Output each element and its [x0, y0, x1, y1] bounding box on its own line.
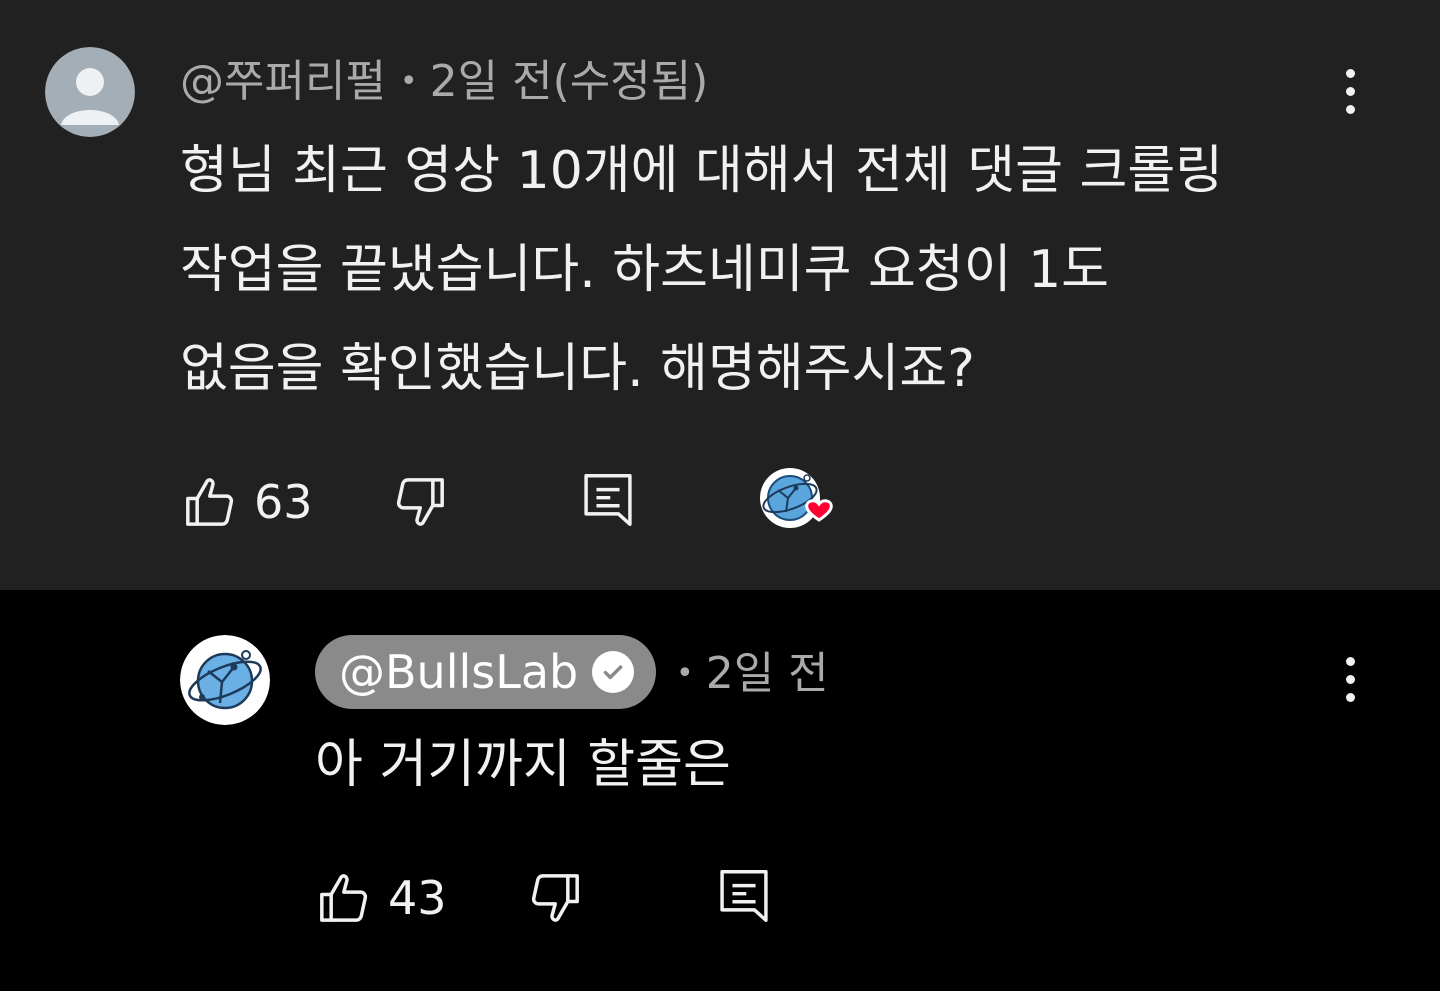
comment-text: 형님 최근 영상 10개에 대해서 전체 댓글 크롤링 작업을 끝냈습니다. 하… [180, 122, 1223, 419]
comment-item: @쭈퍼리펄 • 2일 전(수정됨) 형님 최근 영상 10개에 대해서 전체 댓… [0, 0, 1440, 590]
reply-text: 아 거기까지 할줄은 [315, 735, 731, 795]
reply-timestamp[interactable]: 2일 전 [706, 652, 829, 696]
dislike-button[interactable] [527, 870, 583, 926]
reply-meta: • 2일 전 [664, 652, 829, 696]
reply-comment-icon [584, 474, 632, 526]
thumbs-down-icon [531, 874, 579, 922]
comment-text-line: 형님 최근 영상 10개에 대해서 전체 댓글 크롤링 [180, 141, 1223, 201]
like-count: 63 [254, 475, 313, 529]
like-button[interactable]: 63 [182, 474, 313, 530]
more-vertical-icon [1345, 656, 1355, 666]
commenter-avatar[interactable] [45, 47, 135, 137]
comment-text-line: 작업을 끝냈습니다. 하츠네미쿠 요청이 1도 [180, 240, 1110, 300]
reply-more-button[interactable] [1330, 649, 1370, 709]
creator-heart-icon [760, 468, 833, 528]
reply-item: @BullsLab • 2일 전 아 거기까지 할줄은 43 [0, 590, 1440, 991]
comment-text-line: 없음을 확인했습니다. 해명해주시죠? [180, 339, 975, 399]
default-user-avatar-icon [45, 47, 135, 137]
reply-author-avatar[interactable] [180, 635, 270, 725]
dislike-button[interactable] [392, 474, 448, 530]
reply-comment-icon [720, 870, 768, 922]
comment-more-button[interactable] [1330, 61, 1370, 121]
comment-author[interactable]: @쭈퍼리펄 [180, 60, 386, 104]
thumbs-up-icon [320, 874, 368, 922]
comment-timestamp[interactable]: 2일 전(수정됨) [430, 60, 709, 104]
creator-heart-badge[interactable] [760, 468, 842, 540]
thumbs-down-icon [396, 478, 444, 526]
meta-separator: • [399, 64, 418, 99]
meta-separator: • [676, 656, 694, 691]
like-count: 43 [388, 871, 447, 925]
comment-meta: @쭈퍼리펄 • 2일 전(수정됨) [180, 60, 708, 104]
more-vertical-icon [1345, 68, 1355, 78]
reply-button[interactable] [580, 470, 636, 530]
channel-owner-badge[interactable]: @BullsLab [315, 635, 657, 709]
like-button[interactable]: 43 [316, 870, 447, 926]
bullslab-globe-logo-icon [180, 635, 270, 725]
reply-button[interactable] [716, 866, 772, 926]
thumbs-up-icon [186, 478, 234, 526]
verified-check-icon [592, 651, 635, 693]
reply-author: @BullsLab [339, 645, 579, 699]
